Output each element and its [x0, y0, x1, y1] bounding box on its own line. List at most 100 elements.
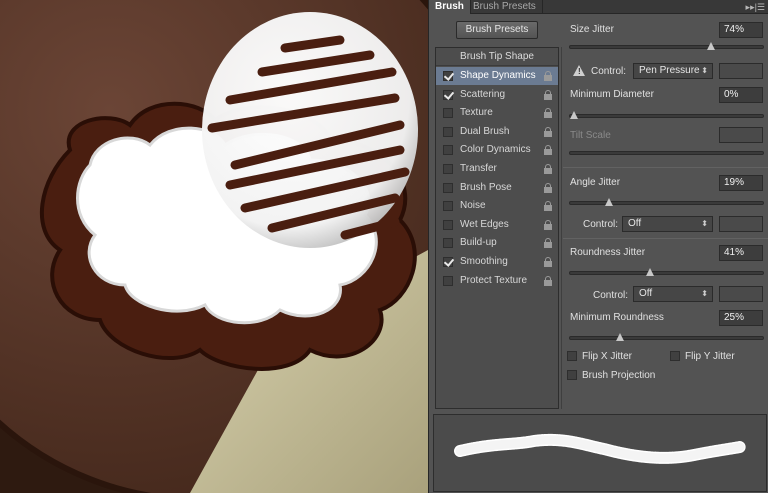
roundness-jitter-slider[interactable]	[569, 268, 764, 276]
option-label: Noise	[460, 200, 486, 212]
panel-tab-bar: Brush Brush Presets ▸▸|☰	[429, 0, 768, 14]
size-jitter-value[interactable]: 74%	[719, 22, 763, 38]
lock-icon[interactable]	[544, 201, 552, 212]
angle-jitter-label: Angle Jitter	[570, 177, 621, 188]
brush-panel: Brush Brush Presets ▸▸|☰ Brush Presets B…	[428, 0, 768, 493]
size-jitter-slider[interactable]	[569, 42, 764, 50]
document-canvas[interactable]	[0, 0, 428, 493]
option-checkbox[interactable]	[443, 71, 453, 81]
lock-icon[interactable]	[544, 219, 552, 230]
option-label: Scattering	[460, 88, 506, 100]
angle-jitter-value[interactable]: 19%	[719, 175, 763, 191]
brush-settings-list: Brush Tip Shape Shape Dynamics Scattering…	[435, 47, 559, 409]
option-checkbox[interactable]	[443, 238, 453, 249]
min-diameter-label: Minimum Diameter	[570, 89, 654, 100]
chevron-updown-icon: ⬍	[701, 219, 708, 228]
tilt-scale-value	[719, 127, 763, 143]
roundness-jitter-thumb[interactable]	[645, 268, 654, 276]
option-checkbox[interactable]	[443, 182, 453, 193]
option-label: Color Dynamics	[460, 144, 531, 156]
option-checkbox[interactable]	[443, 257, 453, 267]
brush-option-dual-brush[interactable]: Dual Brush	[436, 123, 558, 141]
section-divider	[563, 238, 768, 239]
min-diameter-slider[interactable]	[569, 111, 764, 119]
option-checkbox[interactable]	[443, 164, 453, 174]
min-roundness-value[interactable]: 25%	[719, 310, 763, 326]
section-divider	[563, 167, 768, 168]
option-label: Dual Brush	[460, 125, 510, 137]
option-label: Build-up	[460, 237, 497, 249]
tilt-scale-slider	[569, 151, 764, 155]
tab-brush-presets[interactable]: Brush Presets	[467, 0, 543, 14]
brush-option-brush-pose[interactable]: Brush Pose	[436, 179, 558, 197]
brush-option-build-up[interactable]: Build-up	[436, 234, 558, 252]
roundness-control-select[interactable]: Off ⬍	[633, 286, 713, 302]
stroke-preview-graphic	[454, 433, 746, 464]
size-jitter-thumb[interactable]	[706, 42, 715, 50]
size-control-value: Pen Pressure	[639, 65, 700, 76]
brush-option-scattering[interactable]: Scattering	[436, 86, 558, 104]
size-control-label: Control:	[591, 66, 627, 77]
brush-option-texture[interactable]: Texture	[436, 104, 558, 122]
brush-option-transfer[interactable]: Transfer	[436, 160, 558, 178]
lock-icon[interactable]	[544, 89, 552, 100]
size-jitter-label: Size Jitter	[570, 24, 614, 35]
lock-icon[interactable]	[544, 182, 552, 193]
angle-control-select[interactable]: Off ⬍	[622, 216, 713, 232]
panel-menu-icon[interactable]: ▸▸|☰	[746, 1, 765, 13]
roundness-control-field	[719, 286, 763, 302]
flip-y-checkbox[interactable]	[670, 351, 680, 361]
flip-x-label: Flip X Jitter	[582, 351, 633, 362]
angle-jitter-thumb[interactable]	[605, 198, 614, 206]
brush-option-wet-edges[interactable]: Wet Edges	[436, 216, 558, 234]
min-roundness-thumb[interactable]	[616, 333, 625, 341]
chevron-updown-icon: ⬍	[701, 66, 708, 75]
angle-jitter-slider[interactable]	[569, 198, 764, 206]
panel-divider	[561, 47, 562, 409]
option-label: Smoothing	[460, 256, 508, 267]
lock-icon[interactable]	[544, 164, 552, 174]
brush-option-noise[interactable]: Noise	[436, 197, 558, 215]
brush-presets-button[interactable]: Brush Presets	[456, 21, 538, 39]
lock-icon[interactable]	[544, 257, 552, 267]
lock-icon[interactable]	[544, 238, 552, 249]
brush-option-smoothing[interactable]: Smoothing	[436, 253, 558, 271]
angle-control-field	[719, 216, 763, 232]
roundness-jitter-value[interactable]: 41%	[719, 245, 763, 261]
min-diameter-thumb[interactable]	[570, 111, 578, 119]
lock-icon[interactable]	[544, 126, 552, 137]
brush-projection-checkbox[interactable]	[567, 370, 577, 380]
roundness-jitter-label: Roundness Jitter	[570, 247, 646, 258]
option-label: Wet Edges	[460, 218, 509, 230]
tilt-scale-label: Tilt Scale	[570, 130, 611, 141]
min-roundness-label: Minimum Roundness	[570, 312, 664, 323]
min-roundness-slider[interactable]	[569, 333, 764, 341]
option-checkbox[interactable]	[443, 126, 453, 137]
size-control-select[interactable]: Pen Pressure ⬍	[633, 63, 713, 79]
option-label: Shape Dynamics	[460, 70, 536, 81]
artwork	[0, 0, 428, 493]
option-checkbox[interactable]	[443, 275, 453, 286]
brush-tip-shape-item[interactable]: Brush Tip Shape	[436, 48, 558, 66]
option-checkbox[interactable]	[443, 145, 453, 156]
angle-control-value: Off	[628, 218, 642, 229]
option-checkbox[interactable]	[443, 89, 453, 100]
brush-option-shape-dynamics[interactable]: Shape Dynamics	[436, 67, 558, 85]
lock-icon[interactable]	[544, 145, 552, 156]
lock-icon[interactable]	[544, 71, 552, 81]
lock-icon[interactable]	[544, 275, 552, 286]
option-label: Protect Texture	[460, 274, 528, 286]
option-label: Transfer	[460, 163, 497, 174]
option-checkbox[interactable]	[443, 201, 453, 212]
flip-x-checkbox[interactable]	[567, 351, 577, 361]
min-diameter-value[interactable]: 0%	[719, 87, 763, 103]
lock-icon[interactable]	[544, 108, 552, 119]
brush-option-protect-texture[interactable]: Protect Texture	[436, 272, 558, 290]
tab-brush[interactable]: Brush	[429, 0, 471, 14]
option-checkbox[interactable]	[443, 219, 453, 230]
brush-projection-label: Brush Projection	[582, 370, 656, 381]
warning-icon: !	[573, 65, 585, 76]
roundness-control-value: Off	[639, 288, 653, 299]
brush-option-color-dynamics[interactable]: Color Dynamics	[436, 141, 558, 159]
option-checkbox[interactable]	[443, 108, 453, 119]
